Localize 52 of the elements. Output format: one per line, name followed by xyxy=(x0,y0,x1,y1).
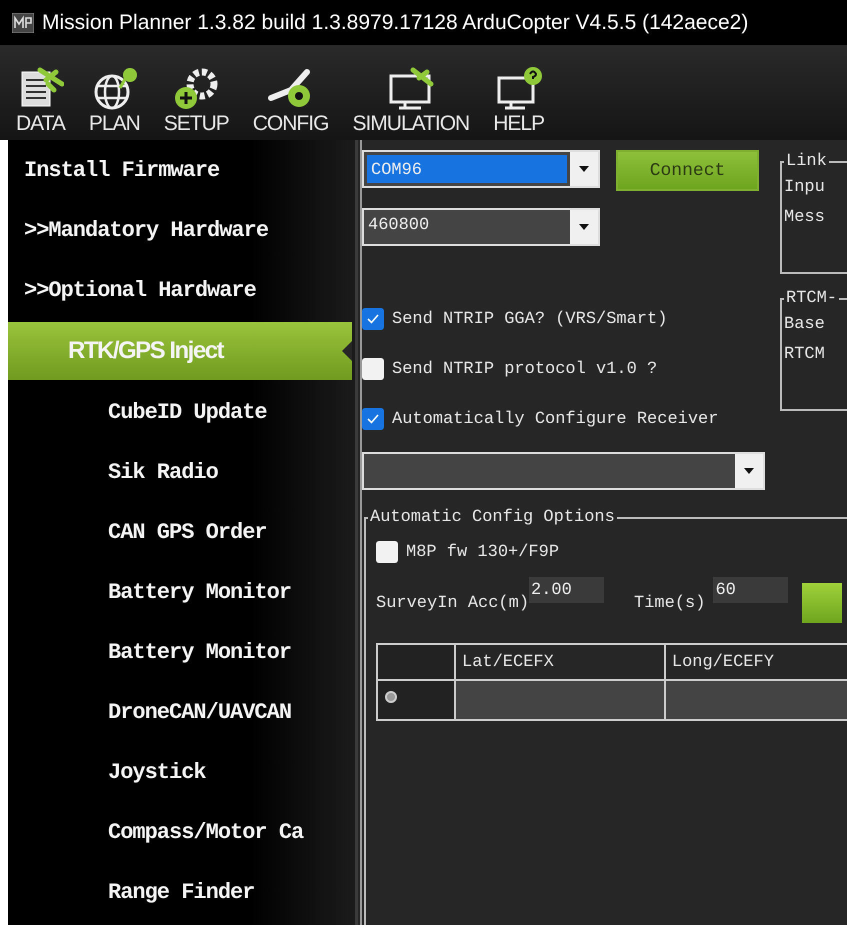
receiver-dropdown[interactable] xyxy=(362,452,765,490)
field-label: Mess xyxy=(784,207,826,229)
sidebar-item[interactable]: Joystick xyxy=(8,742,355,802)
checkbox[interactable] xyxy=(362,408,384,430)
sidebar-item[interactable]: CubeID Update xyxy=(8,382,355,442)
field-label: Time(s) xyxy=(634,594,706,612)
help-button[interactable]: HELP xyxy=(493,66,544,140)
simulation-icon xyxy=(386,66,435,112)
group-title: RTCM- xyxy=(785,289,838,308)
setup-icon xyxy=(172,66,220,112)
data-button[interactable]: DATA xyxy=(16,66,65,140)
sidebar-item[interactable]: >>Mandatory Hardware xyxy=(8,200,355,260)
window-title: Mission Planner 1.3.82 build 1.3.8979.17128 ArduCopter V4.5.5 (142aece2) xyxy=(42,10,748,34)
help-icon xyxy=(494,66,543,112)
accuracy-field[interactable]: 2.00 xyxy=(529,577,604,603)
checkbox-label: M8P fw 130+/F9P xyxy=(406,542,560,562)
setup-button[interactable]: SETUP xyxy=(164,66,229,140)
sidebar-item[interactable]: Battery Monitor xyxy=(8,622,355,682)
sidebar-item[interactable]: Compass/Motor Ca xyxy=(8,802,355,862)
sidebar-item[interactable]: Battery Monitor xyxy=(8,562,355,622)
baud-dropdown[interactable]: 460800 xyxy=(362,208,600,246)
checkbox-label: Send NTRIP protocol v1.0 ? xyxy=(392,360,658,378)
simulation-button[interactable]: SIMULATION xyxy=(352,66,470,140)
field-label: SurveyIn Acc(m) xyxy=(376,594,530,612)
sidebar-item[interactable]: Range Finder xyxy=(8,862,355,922)
sidebar-item[interactable]: >>Optional Hardware xyxy=(8,260,355,320)
field-label: Inpu xyxy=(784,177,826,199)
checkbox[interactable] xyxy=(376,541,398,563)
sidebar-item[interactable]: CAN GPS Order xyxy=(8,502,355,562)
time-field[interactable]: 60 xyxy=(713,577,788,603)
sidebar-item[interactable]: DroneCAN/UAVCAN xyxy=(8,682,355,742)
connect-button[interactable]: Connect xyxy=(616,150,759,191)
sidebar-item[interactable]: Install Firmware xyxy=(8,140,355,200)
group-title: Automatic Config Options xyxy=(369,508,616,527)
group-title: Link xyxy=(785,152,828,171)
sidebar-item[interactable]: Sik Radio xyxy=(8,442,355,502)
app-icon xyxy=(12,12,34,32)
config-button[interactable]: CONFIG xyxy=(252,66,328,140)
dropdown-arrow-icon xyxy=(579,166,589,172)
checkbox-label: Send NTRIP GGA? (VRS/Smart) xyxy=(392,310,668,328)
dropdown-arrow-icon xyxy=(579,224,589,230)
checkbox-label: Automatically Configure Receiver xyxy=(392,410,718,428)
checkbox[interactable] xyxy=(362,308,384,330)
checkmark-icon xyxy=(367,314,379,324)
dropdown-arrow-icon xyxy=(744,468,754,474)
column-header: Lat/ECEFX xyxy=(455,644,665,680)
port-dropdown[interactable]: COM96 xyxy=(362,150,600,188)
field-label: Base xyxy=(784,314,826,336)
plan-button[interactable]: PLAN xyxy=(88,66,140,140)
checkbox[interactable] xyxy=(362,358,384,380)
checkmark-icon xyxy=(367,414,379,424)
field-label: RTCM xyxy=(784,344,826,366)
